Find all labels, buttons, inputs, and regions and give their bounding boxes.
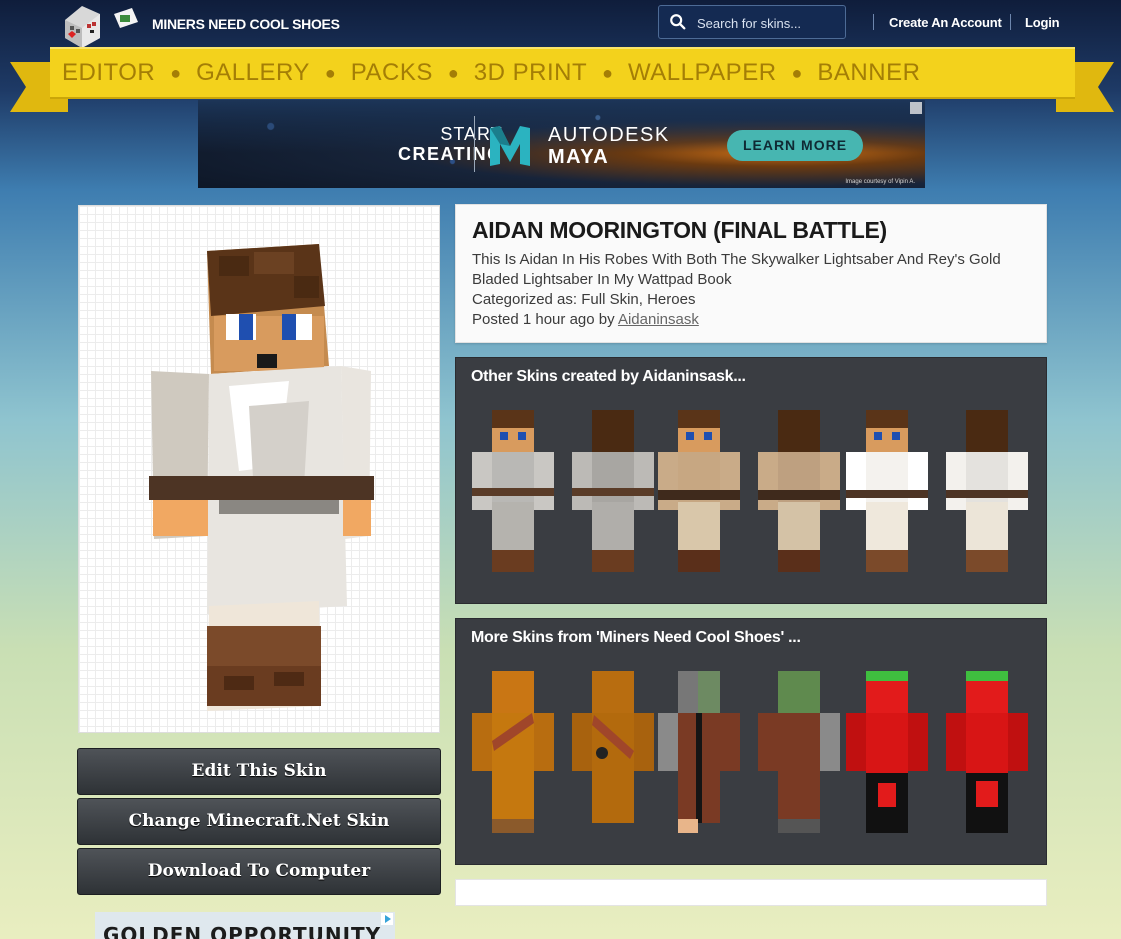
nav-bullet: ● — [602, 62, 613, 83]
skin-thumbnail[interactable] — [572, 410, 654, 574]
more-skins-heading: More Skins from 'Miners Need Cool Shoes'… — [471, 629, 801, 646]
ad-headline-line2: CREATING — [398, 144, 503, 164]
divider — [1010, 14, 1011, 30]
other-skins-heading: Other Skins created by Aidaninsask... — [471, 368, 746, 385]
ad-brand: AUTODESK MAYA — [548, 124, 670, 168]
main-nav-ribbon: EDITOR ● GALLERY ● PACKS ● 3D PRINT ● WA… — [50, 47, 1075, 99]
ad-credit: Image courtesy of Vipin A. — [845, 179, 915, 185]
other-skins-thumbnails — [472, 410, 1032, 574]
divider — [873, 14, 874, 30]
categorized-label: Categorized as: — [472, 291, 578, 308]
ad-close-icon[interactable] — [910, 102, 922, 114]
skin-info-card: AIDAN MOORINGTON (FINAL BATTLE) This Is … — [455, 204, 1047, 343]
nav-bullet: ● — [170, 62, 182, 83]
login-link[interactable]: Login — [1025, 15, 1060, 30]
nav-bullet: ● — [791, 62, 803, 83]
skin-thumbnail[interactable] — [472, 410, 554, 574]
skin-categories-line: Categorized as: Full Skin, Heroes — [472, 290, 1030, 310]
skin-thumbnail[interactable] — [846, 671, 928, 835]
advertisement-banner[interactable]: START CREATING AUTODESK MAYA LEARN MORE … — [198, 100, 925, 188]
nav-bullet: ● — [447, 62, 459, 83]
skin-title: AIDAN MOORINGTON (FINAL BATTLE) — [472, 217, 887, 243]
nav-banner[interactable]: BANNER — [817, 59, 920, 87]
skin-thumbnail[interactable] — [758, 410, 840, 574]
nav-bullet: ● — [324, 62, 336, 83]
ad-brand-line1: AUTODESK — [548, 124, 670, 146]
maya-logo-icon — [490, 126, 530, 166]
nav-3d-print[interactable]: 3D PRINT — [474, 59, 587, 87]
skin-preview[interactable] — [78, 205, 440, 733]
search-box[interactable] — [658, 5, 846, 40]
nav-editor[interactable]: EDITOR — [62, 59, 155, 87]
skin-description: This Is Aidan In His Robes With Both The… — [472, 251, 1001, 288]
nav-gallery[interactable]: GALLERY — [196, 59, 310, 87]
ad-learn-more-button[interactable]: LEARN MORE — [727, 130, 863, 161]
nav-packs[interactable]: PACKS — [351, 59, 433, 87]
skin-thumbnail[interactable] — [658, 671, 740, 835]
skin-thumbnail[interactable] — [946, 671, 1028, 835]
top-bar: MINERS NEED COOL SHOES Create An Account… — [0, 0, 1121, 48]
other-skins-panel: Other Skins created by Aidaninsask... — [455, 357, 1047, 604]
more-skins-thumbnails — [472, 671, 1032, 835]
ad-headline-line1: START — [440, 124, 503, 144]
skin-thumbnail[interactable] — [572, 671, 654, 835]
skin-figure — [149, 244, 374, 711]
skin-thumbnail[interactable] — [758, 671, 840, 835]
ad-divider — [474, 116, 475, 172]
comments-box — [455, 879, 1047, 906]
more-skins-panel: More Skins from 'Miners Need Cool Shoes'… — [455, 618, 1047, 865]
site-logo[interactable] — [62, 0, 142, 48]
search-input[interactable] — [695, 6, 844, 40]
create-account-link[interactable]: Create An Account — [889, 15, 1002, 30]
ad-brand-line2: MAYA — [548, 146, 610, 168]
posted-text: Posted 1 hour ago by — [472, 311, 615, 328]
skin-thumbnail[interactable] — [846, 410, 928, 574]
main-nav: EDITOR ● GALLERY ● PACKS ● 3D PRINT ● WA… — [62, 59, 920, 87]
change-minecraft-skin-button[interactable]: Change Minecraft.Net Skin — [77, 798, 441, 845]
author-link[interactable]: Aidaninsask — [618, 311, 699, 328]
category-list[interactable]: Full Skin, Heroes — [581, 291, 695, 308]
skin-thumbnail[interactable] — [946, 410, 1028, 574]
skin-thumbnail[interactable] — [658, 410, 740, 574]
bottom-ad-text: GOLDEN OPPORTUNITY — [103, 923, 382, 939]
adchoices-icon[interactable] — [381, 913, 393, 925]
edit-skin-button[interactable]: Edit This Skin — [77, 748, 441, 795]
ad-headline: START CREATING — [398, 124, 503, 164]
search-icon — [670, 14, 686, 30]
nav-wallpaper[interactable]: WALLPAPER — [628, 59, 777, 87]
bottom-advertisement[interactable]: GOLDEN OPPORTUNITY — [95, 912, 395, 939]
skin-thumbnail[interactable] — [472, 671, 554, 835]
site-name[interactable]: MINERS NEED COOL SHOES — [152, 16, 340, 32]
posted-line: Posted 1 hour ago by Aidaninsask — [472, 310, 1030, 330]
download-skin-button[interactable]: Download To Computer — [77, 848, 441, 895]
